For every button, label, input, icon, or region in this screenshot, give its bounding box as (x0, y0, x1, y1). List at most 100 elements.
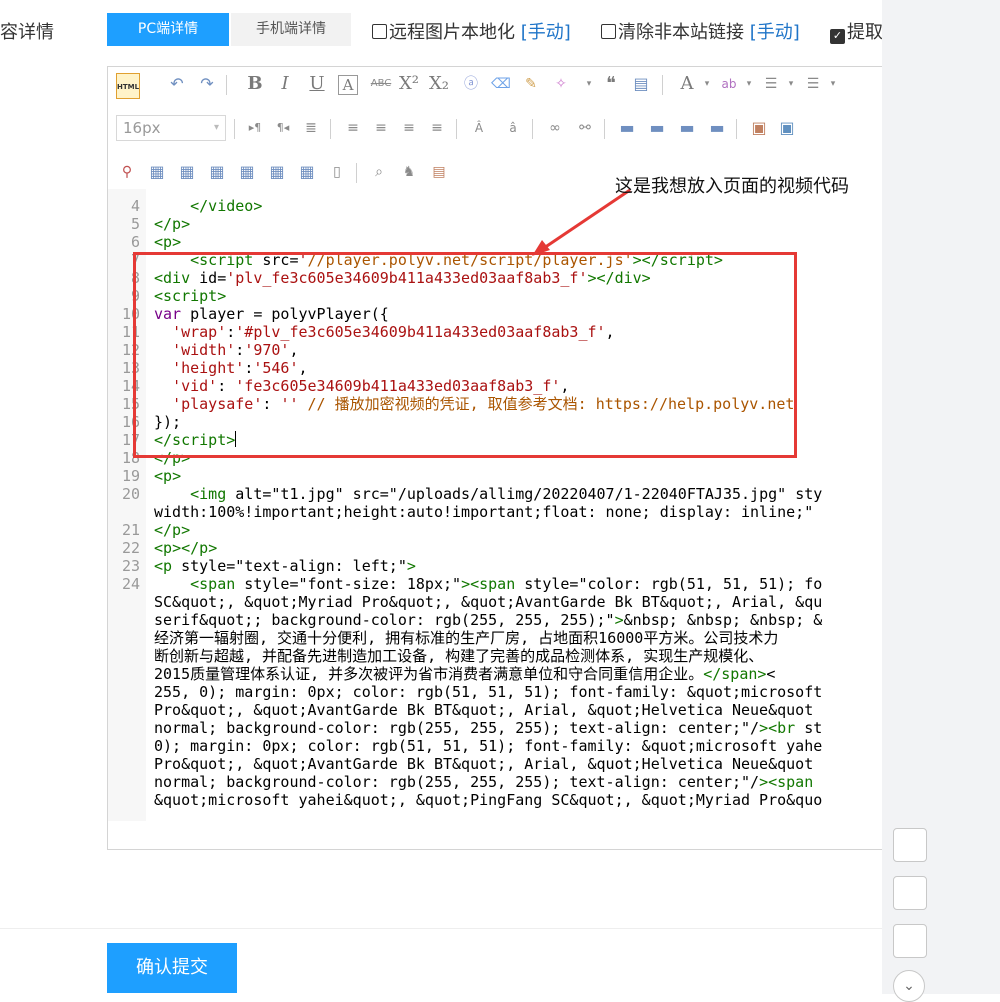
insert-row-icon[interactable]: ▦ (176, 161, 198, 183)
extract-checkbox[interactable]: ✓ (830, 29, 845, 44)
multi-image-icon[interactable]: ▣ (776, 117, 798, 139)
underline-icon[interactable]: U (306, 73, 328, 95)
editor-toolbar: HTML ↶ ↷ B I U A ABC X² X₂ ⓐ ⌫ ✎ ✧ ▾ ❝ ▤… (108, 67, 882, 189)
undo-icon[interactable]: ↶ (166, 73, 188, 95)
delete-row-icon[interactable]: ▦ (206, 161, 228, 183)
code-line: <p> (154, 233, 182, 251)
strikethrough-icon[interactable]: ABC (370, 73, 392, 95)
code-line: 0); margin: 0px; color: rgb(51, 51, 51);… (154, 737, 823, 755)
unordered-list-icon[interactable]: ☰ (802, 73, 824, 95)
code-line: serif&quot;; background-color: rgb(255, … (154, 611, 823, 629)
redo-icon[interactable]: ↷ (196, 73, 218, 95)
link-icon[interactable]: ∞ (544, 117, 566, 139)
line-number: 4 (130, 197, 140, 215)
html-source-button[interactable]: HTML (116, 73, 140, 99)
ordered-list-icon[interactable]: ☰ (760, 73, 782, 95)
delete-col-icon[interactable]: ▦ (266, 161, 288, 183)
line-number: 24 (121, 575, 140, 593)
submit-button[interactable]: 确认提交 (107, 943, 237, 993)
blockquote-icon[interactable]: ❝ (600, 73, 622, 95)
image-float-right-icon[interactable]: ▬ (676, 117, 698, 139)
code-line: Pro&quot;, &quot;AvantGarde Bk BT&quot;,… (154, 701, 814, 719)
paste-plain-icon[interactable]: ▤ (630, 73, 652, 95)
superscript-icon[interactable]: X² (398, 73, 420, 95)
insert-col-icon[interactable]: ▦ (236, 161, 258, 183)
remote-image-checkbox[interactable] (372, 24, 387, 39)
indent-icon[interactable]: ≣ (300, 117, 322, 139)
ltr-icon[interactable]: ▸¶ (244, 117, 266, 139)
line-number: 6 (130, 233, 140, 251)
anchor-icon[interactable]: ⚲ (116, 161, 138, 183)
code-line: <p> (154, 467, 182, 485)
format-box-icon[interactable]: ⓐ (460, 73, 482, 95)
code-line: <img alt="t1.jpg" src="/uploads/allimg/2… (190, 485, 823, 503)
font-size-select[interactable]: 16px ▾ (116, 115, 226, 141)
auto-format-dropdown-icon[interactable]: ▾ (578, 73, 600, 95)
code-line: SC&quot;, &quot;Myriad Pro&quot;, &quot;… (154, 593, 823, 611)
image-center-icon[interactable]: ▬ (706, 117, 728, 139)
code-line: Pro&quot;, &quot;AvantGarde Bk BT&quot;,… (154, 755, 814, 773)
video-code-highlight-box (133, 252, 797, 458)
remote-image-localize-option[interactable]: 远程图片本地化 [手动] (372, 18, 571, 44)
tab-mobile-detail[interactable]: 手机端详情 (231, 13, 351, 46)
image-float-left-icon[interactable]: ▬ (646, 117, 668, 139)
code-line: 2015质量管理体系认证, 并多次被评为省市消费者满意单位和守合同重信用企业。<… (154, 665, 776, 683)
image-float-none-icon[interactable]: ▬ (616, 117, 638, 139)
drafts-icon[interactable]: ▤ (428, 161, 450, 183)
italic-icon[interactable]: I (274, 73, 296, 95)
auto-format-icon[interactable]: ✧ (550, 73, 572, 95)
background-color-icon[interactable]: ab (718, 73, 740, 95)
toolbar-row-1: HTML ↶ ↷ B I U A ABC X² X₂ ⓐ ⌫ ✎ ✧ ▾ ❝ ▤… (116, 73, 882, 99)
align-right-icon[interactable]: ≡ (398, 117, 420, 139)
scroll-down-icon[interactable]: ⌄ (893, 970, 925, 1002)
code-line: </p> (154, 215, 191, 233)
chevron-down-icon: ▾ (213, 122, 219, 133)
code-line: 255, 0); margin: 0px; color: rgb(51, 51,… (154, 683, 823, 701)
clear-external-links-option[interactable]: 清除非本站链接 [手动] (601, 18, 800, 44)
rtl-icon[interactable]: ¶◂ (272, 117, 294, 139)
code-line: 经济第一辐射圈, 交通十分便利, 拥有标准的生产厂房, 占地面积16000平方米… (154, 629, 779, 647)
font-border-icon[interactable]: A (338, 75, 358, 95)
line-number: 21 (121, 521, 140, 539)
side-tool-button-3[interactable] (893, 924, 927, 958)
line-number: 23 (121, 557, 140, 575)
align-left-icon[interactable]: ≡ (342, 117, 364, 139)
font-color-icon[interactable]: A (676, 73, 698, 95)
remote-image-manual-link[interactable]: [手动] (521, 22, 571, 43)
align-center-icon[interactable]: ≡ (370, 117, 392, 139)
code-line: width:100%!important;height:auto!importa… (154, 503, 814, 521)
clear-links-manual-link[interactable]: [手动] (750, 22, 800, 43)
insert-image-icon[interactable]: ▣ (748, 117, 770, 139)
template-icon[interactable]: ▯ (326, 161, 348, 183)
bold-icon[interactable]: B (244, 73, 266, 95)
eraser-icon[interactable]: ⌫ (490, 73, 512, 95)
side-tool-button-1[interactable] (893, 828, 927, 862)
line-number: 20 (121, 485, 140, 503)
code-line: normal; background-color: rgb(255, 255, … (154, 773, 814, 791)
insert-table-icon[interactable]: ▦ (146, 161, 168, 183)
text-case-lower-icon[interactable]: â (502, 117, 524, 139)
ordered-list-dropdown-icon[interactable]: ▾ (780, 73, 802, 95)
code-line: </p> (154, 521, 191, 539)
font-color-dropdown-icon[interactable]: ▾ (696, 73, 718, 95)
side-tool-button-2[interactable] (893, 876, 927, 910)
code-line: <span style="font-size: 18px;"><span sty… (190, 575, 823, 593)
tab-pc-detail[interactable]: PC端详情 (107, 13, 229, 46)
line-number: 22 (121, 539, 140, 557)
background-color-dropdown-icon[interactable]: ▾ (738, 73, 760, 95)
code-line: &quot;microsoft yahei&quot;, &quot;PingF… (154, 791, 823, 809)
toolbar-row-2: ▸¶ ¶◂ ≣ ≡ ≡ ≡ ≡ Â â ∞ ⚯ ▬ ▬ ▬ ▬ ▣ ▣ (234, 117, 882, 143)
code-line: <p></p> (154, 539, 218, 557)
merge-cells-icon[interactable]: ▦ (296, 161, 318, 183)
clear-links-checkbox[interactable] (601, 24, 616, 39)
search-replace-icon[interactable]: ♞ (398, 161, 420, 183)
unordered-list-dropdown-icon[interactable]: ▾ (822, 73, 844, 95)
unlink-icon[interactable]: ⚯ (574, 117, 596, 139)
format-brush-icon[interactable]: ✎ (520, 73, 542, 95)
subscript-icon[interactable]: X₂ (428, 73, 450, 95)
preview-icon[interactable]: ⌕ (368, 161, 390, 183)
extract-option[interactable]: ✓ 提取 (830, 18, 882, 44)
line-number: 19 (121, 467, 140, 485)
text-case-icon[interactable]: Â (468, 117, 490, 139)
align-justify-icon[interactable]: ≡ (426, 117, 448, 139)
